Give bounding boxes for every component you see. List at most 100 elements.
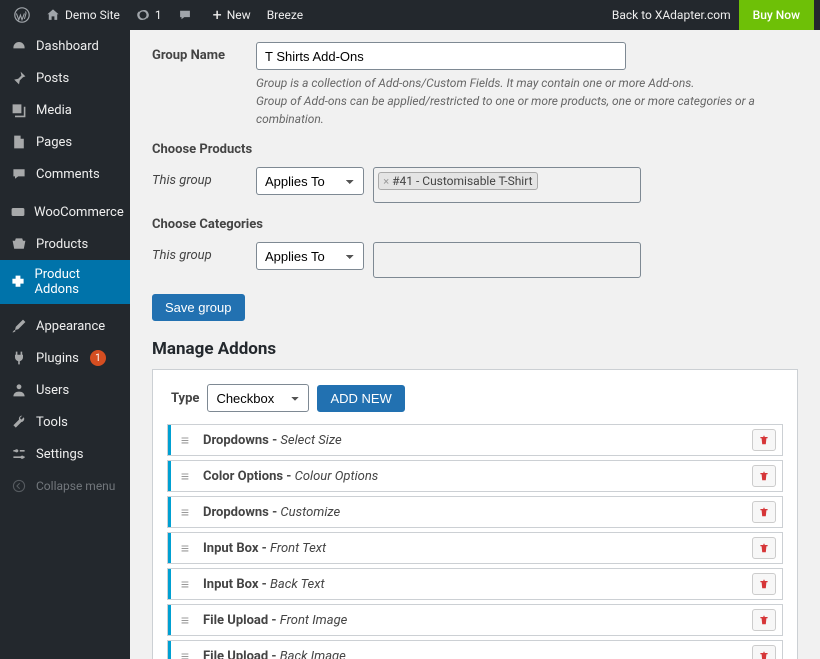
delete-button[interactable] xyxy=(752,501,776,523)
media-icon xyxy=(10,101,28,119)
site-name-link[interactable]: Demo Site xyxy=(38,0,128,30)
sidebar-item-tools[interactable]: Tools xyxy=(0,406,130,438)
collapse-icon xyxy=(10,477,28,495)
refresh-icon xyxy=(136,8,150,22)
drag-handle-icon[interactable]: ≡ xyxy=(171,576,199,593)
delete-button[interactable] xyxy=(752,573,776,595)
sidebar-item-label: Pages xyxy=(36,135,72,150)
drag-handle-icon[interactable]: ≡ xyxy=(171,432,199,449)
add-new-button[interactable]: ADD NEW xyxy=(317,385,404,412)
trash-icon xyxy=(758,577,770,591)
choose-categories-heading: Choose Categories xyxy=(152,217,798,232)
sidebar-item-settings[interactable]: Settings xyxy=(0,438,130,470)
pin-icon xyxy=(10,69,28,87)
sidebar-item-plugins[interactable]: Plugins1 xyxy=(0,342,130,374)
addon-row[interactable]: ≡File Upload - Front Image xyxy=(167,604,783,636)
sidebar-item-label: Comments xyxy=(36,167,100,182)
addons-icon xyxy=(10,273,27,291)
token-remove-icon[interactable]: × xyxy=(383,175,390,188)
delete-button[interactable] xyxy=(752,429,776,451)
sidebar-item-comments[interactable]: Comments xyxy=(0,158,130,190)
trash-icon xyxy=(758,649,770,659)
user-icon xyxy=(10,381,28,399)
brush-icon xyxy=(10,317,28,335)
sidebar-item-label: WooCommerce xyxy=(34,205,124,220)
categories-applies-select[interactable]: Applies To xyxy=(256,242,364,270)
sidebar-item-label: Settings xyxy=(36,447,83,462)
type-label-top: Type xyxy=(171,391,199,406)
trash-icon xyxy=(758,505,770,519)
site-name: Demo Site xyxy=(65,8,120,22)
drag-handle-icon[interactable]: ≡ xyxy=(171,540,199,557)
sidebar-item-label: Appearance xyxy=(36,319,105,334)
sidebar-item-label: Plugins xyxy=(36,351,79,366)
updates-link[interactable]: 1 xyxy=(128,0,170,30)
pages-icon xyxy=(10,133,28,151)
drag-handle-icon[interactable]: ≡ xyxy=(171,504,199,521)
sidebar-item-appearance[interactable]: Appearance xyxy=(0,310,130,342)
wp-logo[interactable] xyxy=(6,0,38,30)
sidebar-item-products[interactable]: Products xyxy=(0,228,130,260)
admin-bar: Demo Site 1 +New Breeze Back to XAdapter… xyxy=(0,0,820,30)
comments-link[interactable] xyxy=(170,0,205,30)
collapse-menu[interactable]: Collapse menu xyxy=(0,470,130,502)
addon-row[interactable]: ≡Input Box - Front Text xyxy=(167,532,783,564)
products-token-box[interactable]: ×#41 - Customisable T-Shirt xyxy=(373,167,641,203)
addon-title: Color Options - Colour Options xyxy=(199,469,746,484)
drag-handle-icon[interactable]: ≡ xyxy=(171,468,199,485)
new-content-link[interactable]: +New xyxy=(205,0,259,30)
products-applies-select[interactable]: Applies To xyxy=(256,167,364,195)
collapse-label: Collapse menu xyxy=(36,479,115,493)
this-group-label-products: This group xyxy=(152,167,256,188)
this-group-label-categories: This group xyxy=(152,242,256,263)
group-desc-2: Group of Add-ons can be applied/restrict… xyxy=(256,92,798,128)
sidebar-item-pages[interactable]: Pages xyxy=(0,126,130,158)
buy-now-button[interactable]: Buy Now xyxy=(739,0,814,30)
trash-icon xyxy=(758,469,770,483)
sidebar-item-media[interactable]: Media xyxy=(0,94,130,126)
sidebar-item-label: Product Addons xyxy=(35,267,120,297)
breeze-link[interactable]: Breeze xyxy=(259,0,311,30)
drag-handle-icon[interactable]: ≡ xyxy=(171,648,199,659)
plus-icon: + xyxy=(213,7,222,23)
addon-row[interactable]: ≡File Upload - Back Image xyxy=(167,640,783,659)
choose-products-heading: Choose Products xyxy=(152,142,798,157)
delete-button[interactable] xyxy=(752,465,776,487)
manage-addons-box: Type Checkbox ADD NEW ≡Dropdowns - Selec… xyxy=(152,369,798,659)
addon-row[interactable]: ≡Color Options - Colour Options xyxy=(167,460,783,492)
updates-count: 1 xyxy=(155,8,162,22)
sidebar-item-product-addons[interactable]: Product Addons xyxy=(0,260,130,304)
wrench-icon xyxy=(10,413,28,431)
delete-button[interactable] xyxy=(752,645,776,659)
admin-sidebar: Dashboard PostsMedia Pages Comments WooComme… xyxy=(0,30,130,659)
sidebar-item-woocommerce[interactable]: WooCommerce xyxy=(0,196,130,228)
sidebar-item-users[interactable]: Users xyxy=(0,374,130,406)
addon-row[interactable]: ≡Dropdowns - Customize xyxy=(167,496,783,528)
sidebar-item-dashboard[interactable]: Dashboard xyxy=(0,30,130,62)
sidebar-item-posts[interactable]: Posts xyxy=(0,62,130,94)
save-group-button[interactable]: Save group xyxy=(152,294,245,321)
product-token[interactable]: ×#41 - Customisable T-Shirt xyxy=(378,172,537,190)
group-desc-1: Group is a collection of Add-ons/Custom … xyxy=(256,74,798,92)
sidebar-item-label: Dashboard xyxy=(36,39,99,54)
addon-title: Input Box - Front Text xyxy=(199,541,746,556)
delete-button[interactable] xyxy=(752,537,776,559)
drag-handle-icon[interactable]: ≡ xyxy=(171,612,199,629)
addon-row[interactable]: ≡Input Box - Back Text xyxy=(167,568,783,600)
back-to-xadapter[interactable]: Back to XAdapter.com xyxy=(604,0,739,30)
addon-row[interactable]: ≡Dropdowns - Select Size xyxy=(167,424,783,456)
addon-type-select[interactable]: Checkbox xyxy=(207,384,309,412)
sliders-icon xyxy=(10,445,28,463)
products-icon xyxy=(10,235,28,253)
comment-icon xyxy=(178,8,192,22)
manage-addons-heading: Manage Addons xyxy=(152,339,798,359)
woo-icon xyxy=(10,203,26,221)
group-name-input[interactable] xyxy=(256,42,626,70)
delete-button[interactable] xyxy=(752,609,776,631)
trash-icon xyxy=(758,613,770,627)
sidebar-item-label: Tools xyxy=(36,415,68,430)
sidebar-item-label: Users xyxy=(36,383,69,398)
sidebar-item-label: Products xyxy=(36,237,88,252)
categories-token-box[interactable] xyxy=(373,242,641,278)
trash-icon xyxy=(758,541,770,555)
